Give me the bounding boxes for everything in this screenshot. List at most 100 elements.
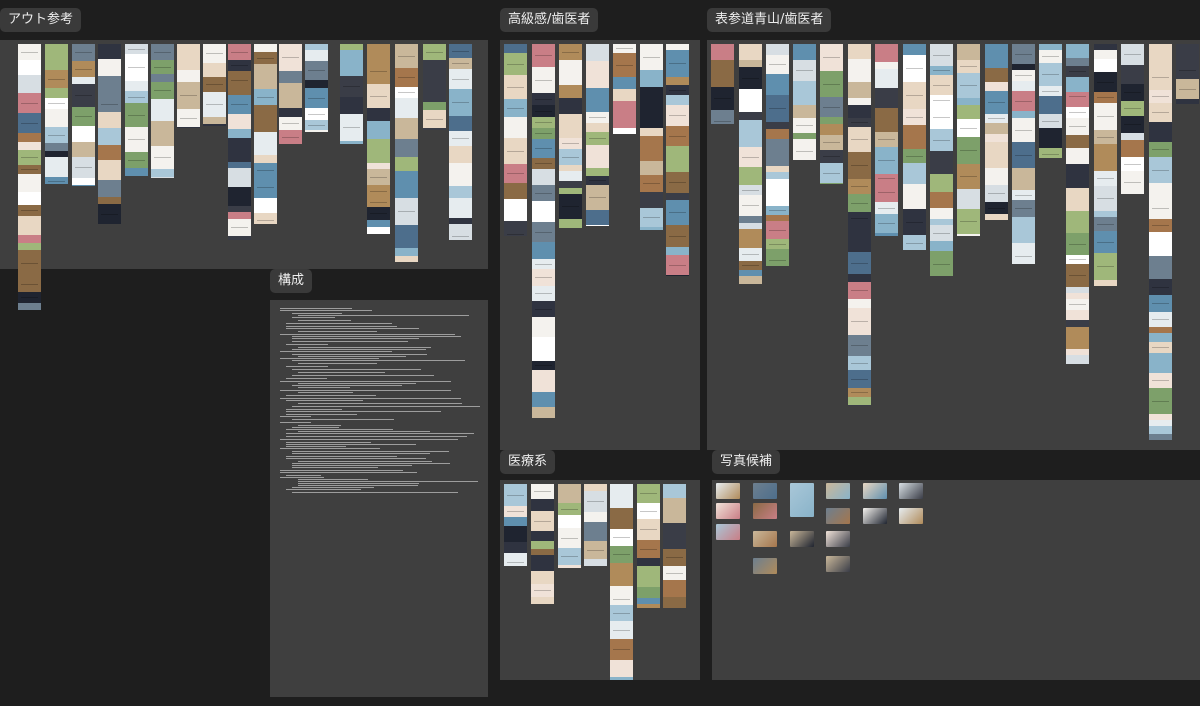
group-label-medical[interactable]: 医療系 [500,450,556,474]
medical-thumbnail[interactable] [637,484,660,608]
luxury-dentist-thumbnail[interactable] [640,44,663,230]
structure-text-line [286,456,397,457]
structure-document[interactable] [280,308,480,498]
luxury-dentist-thumbnail[interactable] [559,44,582,228]
structure-text-line [280,439,458,440]
omotesando-dentist-thumbnail[interactable] [766,44,789,266]
layout-ref-thumbnail[interactable] [203,44,226,126]
photo-candidate-thumbnail[interactable] [753,483,777,499]
structure-text-line [298,481,478,482]
structure-text-line [292,453,430,454]
medical-thumbnail[interactable] [558,484,581,568]
omotesando-dentist-thumbnail[interactable] [957,44,980,236]
omotesando-dentist-thumbnail[interactable] [711,44,734,124]
omotesando-dentist-thumbnail[interactable] [1149,44,1172,440]
omotesando-dentist-thumbnail[interactable] [1066,44,1089,364]
structure-text-line [292,385,402,386]
layout-ref-thumbnail[interactable] [151,44,174,178]
layout-ref-thumbnail[interactable] [340,44,363,144]
medical-thumbnail[interactable] [504,484,527,566]
omotesando-dentist-thumbnail[interactable] [1121,44,1144,194]
photo-candidate-thumbnail[interactable] [716,503,740,519]
luxury-dentist-thumbnail[interactable] [586,44,609,226]
structure-text-line [292,427,339,428]
structure-text-line [286,489,361,490]
structure-text-line [280,381,451,382]
structure-text-line [292,487,374,488]
omotesando-dentist-thumbnail[interactable] [903,44,926,250]
omotesando-dentist-thumbnail[interactable] [1176,44,1199,104]
layout-ref-thumbnail[interactable] [395,44,418,262]
photo-candidate-thumbnail[interactable] [826,556,850,572]
structure-text-line [292,313,342,314]
luxury-dentist-thumbnail[interactable] [613,44,636,134]
layout-ref-thumbnail[interactable] [177,44,200,128]
photo-candidate-thumbnail[interactable] [826,531,850,547]
structure-text-line [280,358,379,359]
photo-candidate-thumbnail[interactable] [826,508,850,524]
photo-candidate-thumbnail[interactable] [899,508,923,524]
omotesando-dentist-thumbnail[interactable] [875,44,898,236]
omotesando-dentist-thumbnail[interactable] [848,44,871,406]
luxury-dentist-thumbnail[interactable] [504,44,527,236]
structure-text-line [280,448,380,449]
medical-thumbnail[interactable] [584,484,607,566]
medical-thumbnail[interactable] [663,484,686,608]
photo-candidate-thumbnail[interactable] [716,524,740,540]
structure-text-line [292,467,378,468]
layout-ref-thumbnail[interactable] [367,44,390,234]
layout-ref-thumbnail[interactable] [449,44,472,240]
structure-text-line [286,409,342,410]
layout-ref-thumbnail[interactable] [423,44,446,130]
photo-candidate-thumbnail[interactable] [790,483,814,517]
group-label-layout-ref[interactable]: アウト参考 [0,8,82,32]
medical-thumbnail[interactable] [610,484,633,680]
omotesando-dentist-thumbnail[interactable] [793,44,816,160]
structure-text-line [286,444,416,445]
luxury-dentist-thumbnail[interactable] [666,44,689,276]
layout-ref-thumbnail[interactable] [98,44,121,224]
photo-candidate-thumbnail[interactable] [716,483,740,499]
layout-ref-thumbnail[interactable] [279,44,302,144]
photo-candidate-thumbnail[interactable] [899,483,923,499]
structure-text-line [280,398,461,399]
layout-ref-thumbnail[interactable] [45,44,68,184]
layout-ref-thumbnail[interactable] [72,44,95,186]
omotesando-dentist-thumbnail[interactable] [1039,44,1062,158]
structure-text-line [292,354,427,355]
omotesando-dentist-thumbnail[interactable] [1012,44,1035,264]
omotesando-dentist-thumbnail[interactable] [820,44,843,184]
medical-thumbnail[interactable] [531,484,554,604]
group-label-photo-candidates[interactable]: 写真候補 [712,450,781,474]
photo-candidate-thumbnail[interactable] [826,483,850,499]
structure-text-line [286,395,376,396]
layout-ref-thumbnail[interactable] [305,44,328,132]
structure-text-line [292,341,408,342]
frame-photo-candidates[interactable] [712,480,1200,680]
omotesando-dentist-thumbnail[interactable] [1094,44,1117,286]
layout-ref-thumbnail[interactable] [228,44,251,240]
photo-candidate-thumbnail[interactable] [753,503,777,519]
photo-candidate-thumbnail[interactable] [753,558,777,574]
luxury-dentist-thumbnail[interactable] [532,44,555,418]
structure-text-line [280,390,451,391]
omotesando-dentist-thumbnail[interactable] [930,44,953,276]
group-label-structure[interactable]: 構成 [270,269,313,293]
photo-candidate-thumbnail[interactable] [863,508,887,524]
structure-text-line [292,463,450,464]
structure-text-line [280,472,417,473]
layout-ref-thumbnail[interactable] [125,44,148,176]
photo-candidate-thumbnail[interactable] [790,531,814,547]
structure-text-line [292,465,412,466]
layout-ref-thumbnail[interactable] [254,44,277,224]
structure-text-line [298,356,406,357]
photo-candidate-thumbnail[interactable] [753,531,777,547]
group-label-omotesando-dentist[interactable]: 表参道青山/歯医者 [707,8,832,32]
layout-ref-thumbnail[interactable] [18,44,41,310]
structure-text-line [298,315,469,316]
group-label-luxury-dentist[interactable]: 高級感/歯医者 [500,8,599,32]
photo-candidate-thumbnail[interactable] [863,483,887,499]
structure-text-line [286,433,474,434]
omotesando-dentist-thumbnail[interactable] [739,44,762,284]
omotesando-dentist-thumbnail[interactable] [985,44,1008,220]
